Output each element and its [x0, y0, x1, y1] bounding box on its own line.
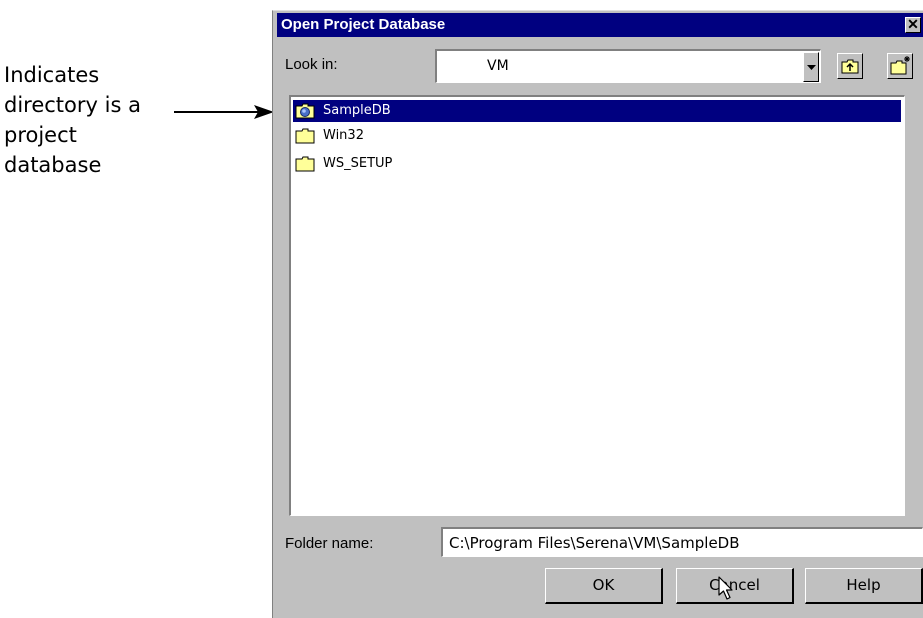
annotation-line: project — [4, 123, 77, 147]
close-icon: ✕ — [907, 16, 919, 32]
new-folder-button[interactable] — [887, 53, 913, 79]
annotation-line: directory is a — [4, 93, 141, 117]
folder-icon — [295, 128, 315, 144]
look-in-label: Look in: — [285, 56, 338, 73]
look-in-combo[interactable]: VM — [435, 49, 821, 83]
annotation-arrow-icon — [174, 105, 274, 119]
file-name: WS_SETUP — [323, 156, 393, 171]
list-item-sampledb[interactable]: SampleDB — [293, 100, 901, 122]
folder-name-value: C:\Program Files\Serena\VM\SampleDB — [449, 534, 740, 552]
project-database-folder-icon — [295, 103, 315, 119]
annotation-line: Indicates — [4, 63, 100, 87]
file-list[interactable]: SampleDB Win32 WS_SETUP — [289, 95, 905, 516]
file-name: SampleDB — [323, 103, 391, 118]
help-button[interactable]: Help — [805, 568, 923, 604]
chevron-down-icon — [807, 65, 816, 70]
ok-button[interactable]: OK — [545, 568, 663, 604]
close-button[interactable]: ✕ — [905, 17, 921, 33]
dialog-title: Open Project Database — [281, 16, 446, 33]
folder-name-field[interactable]: C:\Program Files\Serena\VM\SampleDB — [441, 527, 923, 557]
title-bar[interactable]: Open Project Database ✕ — [277, 13, 923, 37]
look-in-dropdown-button[interactable] — [803, 52, 819, 82]
open-project-database-dialog: Open Project Database ✕ Look in: VM Samp… — [272, 10, 923, 618]
file-name: Win32 — [323, 128, 364, 143]
annotation-text: Indicates directory is a project databas… — [4, 60, 141, 180]
folder-name-label: Folder name: — [285, 535, 374, 552]
up-one-level-icon — [841, 59, 859, 74]
mouse-cursor-icon — [718, 576, 733, 600]
annotation-line: database — [4, 153, 102, 177]
list-item-ws-setup[interactable]: WS_SETUP — [293, 153, 901, 175]
list-item-win32[interactable]: Win32 — [293, 125, 901, 147]
new-folder-icon — [890, 56, 910, 75]
look-in-value: VM — [487, 58, 509, 74]
up-one-level-button[interactable] — [837, 53, 863, 79]
folder-icon — [295, 156, 315, 172]
